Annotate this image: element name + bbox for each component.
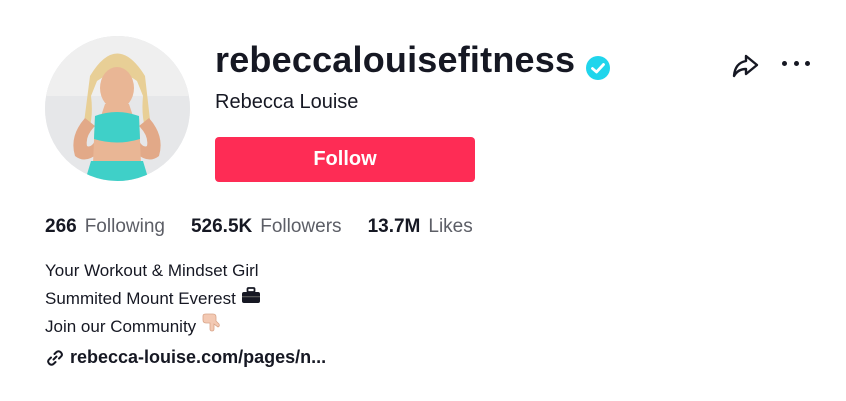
following-label: Following <box>84 216 165 237</box>
stat-followers[interactable]: 526.5K Followers <box>191 215 342 239</box>
verified-badge-icon <box>585 47 611 80</box>
more-icon[interactable] <box>780 50 812 76</box>
more-dot <box>793 60 799 66</box>
bio-line-text: Summited Mount Everest <box>45 288 236 308</box>
following-count: 266 <box>45 216 77 237</box>
likes-label: Likes <box>428 216 473 237</box>
username-heading: rebeccalouisefitness <box>215 38 611 82</box>
follow-button[interactable]: Follow <box>215 137 475 182</box>
bio-line: Your Workout & Mindset Girl <box>45 257 262 285</box>
username-text: rebeccalouisefitness <box>215 39 576 80</box>
briefcase-emoji-icon <box>240 285 262 313</box>
bio: Your Workout & Mindset Girl Summited Mou… <box>45 257 262 341</box>
bio-line-text: Your Workout & Mindset Girl <box>45 261 259 280</box>
bio-line: Summited Mount Everest <box>45 285 262 313</box>
likes-count: 13.7M <box>367 216 421 237</box>
more-dot <box>782 60 787 66</box>
bio-line-text: Join our Community <box>45 316 197 336</box>
profile-stats: 266 Following 526.5K Followers 13.7M Lik… <box>45 215 473 239</box>
profile-link-text: rebecca-louise.com/pages/n... <box>70 347 327 367</box>
stat-likes: 13.7M Likes <box>368 215 473 239</box>
share-icon[interactable] <box>730 50 760 80</box>
followers-label: Followers <box>260 216 342 237</box>
avatar-image <box>45 36 190 181</box>
followers-count: 526.5K <box>190 216 253 237</box>
more-dot <box>805 60 810 66</box>
display-name: Rebecca Louise <box>215 91 359 113</box>
stat-following[interactable]: 266 Following <box>45 215 165 239</box>
profile-link[interactable]: rebecca-louise.com/pages/n... <box>46 347 326 368</box>
link-icon <box>46 349 64 367</box>
bio-line: Join our Community <box>45 312 262 341</box>
pointing-down-hand-icon <box>200 312 222 341</box>
avatar[interactable] <box>45 36 190 181</box>
